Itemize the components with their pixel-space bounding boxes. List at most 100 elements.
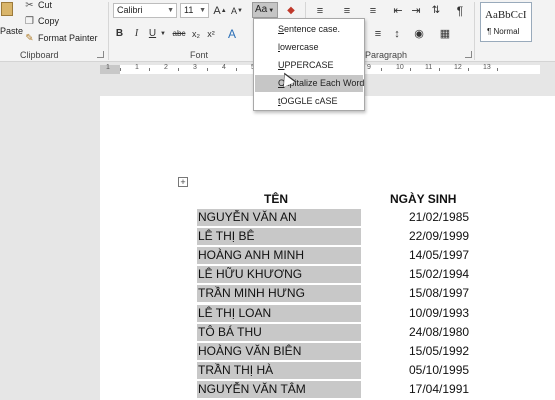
superscript-button[interactable]: x² bbox=[205, 26, 217, 41]
group-separator bbox=[474, 2, 475, 60]
birthdate-cell[interactable]: 22/09/1999 bbox=[409, 228, 469, 245]
sort-button[interactable]: ⇅ bbox=[430, 3, 442, 18]
birthdate-cell[interactable]: 15/08/1997 bbox=[409, 285, 469, 302]
strikethrough-button[interactable]: abc bbox=[171, 26, 187, 41]
table-row[interactable]: HOÀNG ANH MINH 14/05/1997 bbox=[197, 247, 497, 265]
birthdate-cell[interactable]: 05/10/1995 bbox=[409, 362, 469, 379]
paint-bucket-icon: ◉ bbox=[414, 28, 424, 40]
ruler-number: 2 bbox=[164, 64, 168, 71]
underline-button[interactable]: U bbox=[147, 26, 158, 41]
birthdate-cell[interactable]: 15/02/1994 bbox=[409, 266, 469, 283]
birthdate-cell[interactable]: 10/09/1993 bbox=[409, 305, 469, 322]
case-menu-item[interactable]: UPPERCASE bbox=[255, 57, 363, 74]
decrease-indent-button[interactable]: ⇤ bbox=[392, 3, 404, 18]
style-name: ¶ Normal bbox=[487, 27, 520, 36]
ruler-number: 3 bbox=[193, 64, 197, 71]
style-sample-text: AaBbCcI bbox=[485, 9, 527, 21]
numbered-list-icon: ≡ bbox=[343, 4, 351, 17]
menu-item-label: OGGLE cASE bbox=[280, 96, 338, 106]
align-justify-button[interactable]: ≡ bbox=[372, 26, 384, 41]
copy-icon: ❐ bbox=[25, 15, 34, 27]
format-painter-label: Format Painter bbox=[38, 33, 98, 43]
birthdate-cell[interactable]: 17/04/1991 bbox=[409, 381, 469, 398]
ruler-tick bbox=[381, 68, 382, 71]
multilevel-list-button[interactable]: ≡ bbox=[365, 3, 381, 18]
paintbrush-icon: ✎ bbox=[25, 32, 34, 44]
style-normal[interactable]: AaBbCcI ¶ Normal bbox=[480, 2, 532, 42]
shrink-font-button[interactable]: A ▼ bbox=[230, 3, 244, 18]
birthdate-cell[interactable]: 15/05/1992 bbox=[409, 343, 469, 360]
table-row[interactable]: TRẦN MINH HƯNG 15/08/1997 bbox=[197, 285, 497, 303]
font-size-box[interactable]: 11 ▼ bbox=[180, 3, 209, 18]
numbering-button[interactable]: ≡ bbox=[339, 3, 355, 18]
name-cell[interactable]: TRẦN MINH HƯNG bbox=[197, 285, 361, 303]
name-cell[interactable]: HOÀNG VĂN BIÊN bbox=[197, 342, 361, 360]
name-cell[interactable]: TRẦN THỊ HÀ bbox=[197, 361, 361, 379]
copy-button[interactable]: ❐ Copy bbox=[24, 14, 59, 28]
chevron-down-icon: ▼ bbox=[167, 7, 174, 14]
clipboard-dialog-launcher[interactable] bbox=[97, 51, 104, 58]
paste-button[interactable]: Paste bbox=[0, 0, 23, 48]
format-painter-button[interactable]: ✎ Format Painter bbox=[24, 31, 98, 45]
grow-font-button[interactable]: A ▲ bbox=[213, 3, 227, 18]
increase-indent-button[interactable]: ⇥ bbox=[410, 3, 422, 18]
borders-button[interactable]: ▦ bbox=[438, 26, 452, 41]
line-spacing-button[interactable]: ↕ bbox=[390, 26, 404, 41]
cut-button[interactable]: ✂ Cut bbox=[24, 0, 52, 12]
paragraph-group-label: Paragraph bbox=[365, 50, 408, 60]
text-effects-button[interactable]: A bbox=[225, 26, 239, 41]
italic-button[interactable]: I bbox=[131, 26, 142, 41]
case-menu-item[interactable]: lowercase bbox=[255, 39, 363, 56]
text-effects-icon: A bbox=[227, 26, 236, 41]
show-formatting-button[interactable]: ¶ bbox=[454, 3, 466, 18]
table-row[interactable]: NGUYỄN VĂN TÂM 17/04/1991 bbox=[197, 380, 497, 398]
italic-icon: I bbox=[134, 28, 139, 39]
bold-button[interactable]: B bbox=[114, 26, 125, 41]
move-icon: + bbox=[180, 177, 186, 187]
name-cell[interactable]: NGUYỄN VĂN TÂM bbox=[197, 380, 361, 398]
name-cell[interactable]: LÊ THỊ LOAN bbox=[197, 304, 361, 322]
ruler-number: 11 bbox=[425, 64, 433, 71]
ruler-tick bbox=[236, 68, 237, 71]
birthdate-cell[interactable]: 24/08/1980 bbox=[409, 324, 469, 341]
case-menu-item[interactable]: tOGGLE cASE bbox=[255, 93, 363, 110]
birthdate-cell[interactable]: 14/05/1997 bbox=[409, 247, 469, 264]
header-birthdate: NGÀY SINH bbox=[390, 192, 457, 206]
name-cell[interactable]: LÊ THỊ BÊ bbox=[197, 228, 361, 246]
paragraph-dialog-launcher[interactable] bbox=[465, 51, 472, 58]
ruler-number: 4 bbox=[222, 64, 226, 71]
table-row[interactable]: HOÀNG VĂN BIÊN 15/05/1992 bbox=[197, 342, 497, 360]
shading-button[interactable]: ◉ bbox=[412, 26, 426, 41]
sort-icon: ⇅ bbox=[431, 5, 441, 16]
table-row[interactable]: LÊ HỮU KHƯƠNG 15/02/1994 bbox=[197, 266, 497, 284]
table-row[interactable]: NGUYỄN VĂN AN 21/02/1985 bbox=[197, 209, 497, 226]
bullets-button[interactable]: ≡ bbox=[312, 3, 328, 18]
name-cell[interactable]: TÔ BÁ THU bbox=[197, 323, 361, 341]
ruler-number: 1 bbox=[106, 64, 110, 71]
table-row[interactable]: LÊ THỊ BÊ 22/09/1999 bbox=[197, 228, 497, 246]
ruler-number: 10 bbox=[396, 64, 404, 71]
case-menu-item[interactable]: Capitalize Each Word bbox=[255, 75, 364, 92]
table-row[interactable]: TÔ BÁ THU 24/08/1980 bbox=[197, 323, 497, 341]
name-cell[interactable]: HOÀNG ANH MINH bbox=[197, 247, 361, 265]
chevron-down-icon: ▼ bbox=[160, 30, 166, 37]
multilevel-list-icon: ≡ bbox=[369, 4, 377, 17]
borders-icon: ▦ bbox=[439, 28, 451, 40]
case-menu-item[interactable]: Sentence case. bbox=[255, 21, 363, 38]
name-cell[interactable]: NGUYỄN VĂN AN bbox=[197, 209, 361, 226]
table-move-handle[interactable]: + bbox=[178, 177, 188, 187]
subscript-button[interactable]: x₂ bbox=[190, 26, 202, 41]
name-cell[interactable]: LÊ HỮU KHƯƠNG bbox=[197, 266, 361, 284]
copy-label: Copy bbox=[38, 16, 60, 26]
menu-item-label: PPERCASE bbox=[284, 60, 334, 70]
font-name-box[interactable]: Calibri ▼ bbox=[113, 3, 177, 18]
underline-dropdown[interactable]: ▼ bbox=[159, 26, 167, 41]
decrease-indent-icon: ⇤ bbox=[393, 5, 403, 17]
change-case-button[interactable]: Aa▼ bbox=[252, 2, 278, 18]
table-row[interactable]: LÊ THỊ LOAN 10/09/1993 bbox=[197, 304, 497, 322]
scissors-icon: ✂ bbox=[25, 0, 34, 11]
pilcrow-icon: ¶ bbox=[456, 3, 464, 18]
birthdate-cell[interactable]: 21/02/1985 bbox=[409, 209, 469, 226]
clear-formatting-button[interactable]: ◆ bbox=[284, 3, 298, 18]
table-row[interactable]: TRẦN THỊ HÀ 05/10/1995 bbox=[197, 361, 497, 379]
